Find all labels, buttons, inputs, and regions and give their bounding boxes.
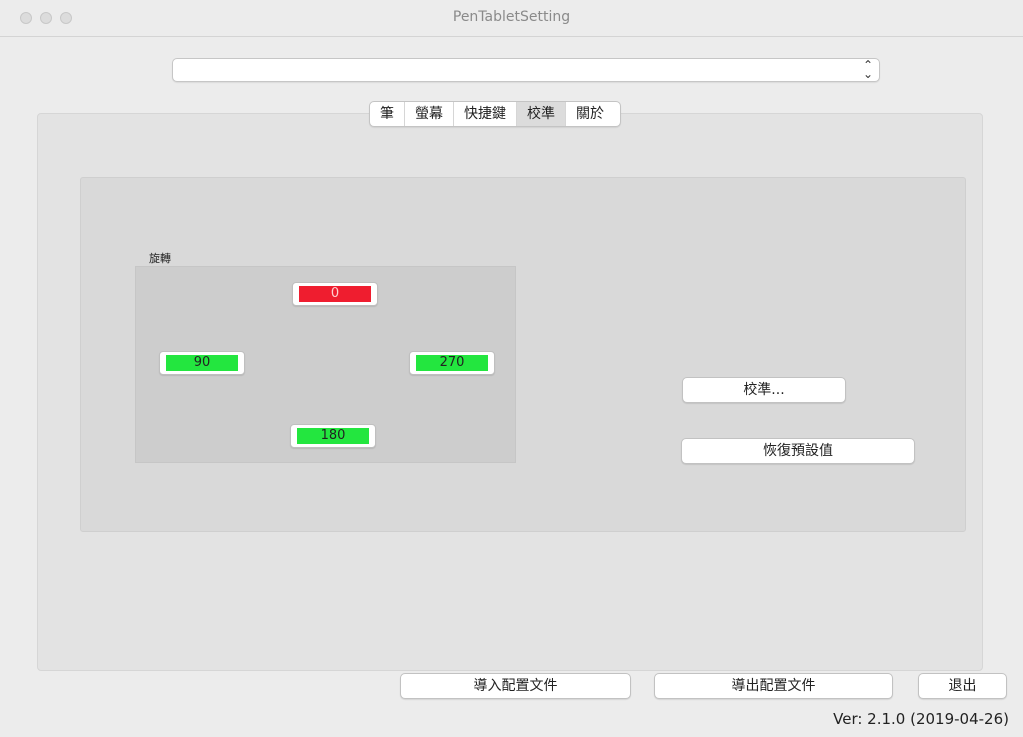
- rotation-label: 旋轉: [149, 252, 171, 265]
- tab-calibration[interactable]: 校準: [517, 102, 566, 126]
- rotate-0-button[interactable]: 0: [292, 282, 378, 306]
- rotate-90-button[interactable]: 90: [159, 351, 245, 375]
- window-title: PenTabletSetting: [452, 9, 571, 25]
- tab-screen[interactable]: 螢幕: [405, 102, 454, 126]
- rotate-90-label: 90: [166, 355, 238, 371]
- restore-defaults-button[interactable]: 恢復預設值: [681, 438, 915, 464]
- device-select[interactable]: ⌃ ⌄: [172, 58, 880, 82]
- export-config-button[interactable]: 導出配置文件: [654, 673, 893, 699]
- rotate-180-label: 180: [297, 428, 369, 444]
- up-down-chevron-icon: ⌃ ⌄: [862, 58, 873, 81]
- rotate-0-label: 0: [299, 286, 371, 302]
- tab-pen[interactable]: 筆: [370, 102, 405, 126]
- rotate-270-button[interactable]: 270: [409, 351, 495, 375]
- tab-shortcuts[interactable]: 快捷鍵: [454, 102, 517, 126]
- exit-button[interactable]: 退出: [918, 673, 1007, 699]
- rotate-180-button[interactable]: 180: [290, 424, 376, 448]
- rotate-270-label: 270: [416, 355, 488, 371]
- tab-bar: 筆 螢幕 快捷鍵 校準 關於: [369, 101, 621, 127]
- tab-about[interactable]: 關於: [566, 102, 620, 126]
- calibrate-button[interactable]: 校準...: [682, 377, 846, 403]
- version-label: Ver: 2.1.0 (2019-04-26): [833, 710, 1009, 728]
- import-config-button[interactable]: 導入配置文件: [400, 673, 631, 699]
- title-bar: PenTabletSetting: [0, 0, 1023, 37]
